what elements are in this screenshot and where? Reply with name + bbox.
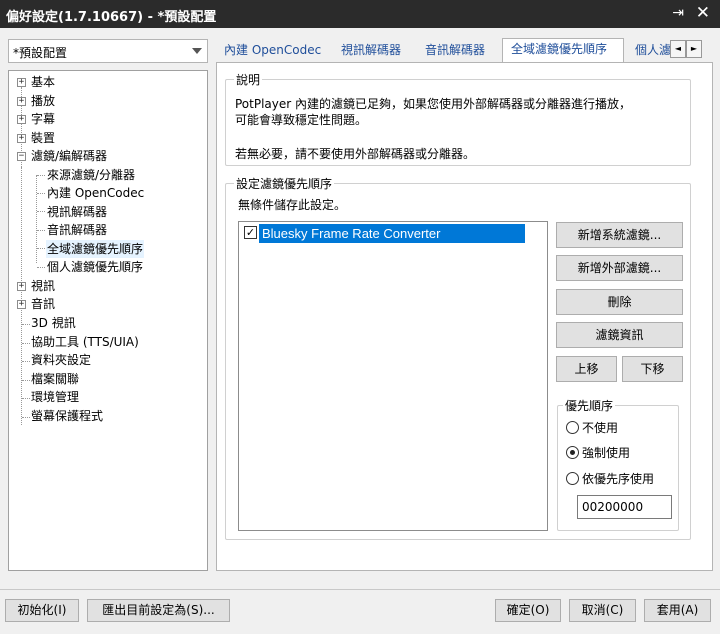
tree-item-basic[interactable]: + 基本 xyxy=(17,73,55,91)
expand-icon[interactable]: + xyxy=(17,115,26,124)
tree-item-label: 基本 xyxy=(31,75,56,89)
profile-dropdown[interactable]: *預設配置 xyxy=(8,39,208,63)
ok-button[interactable]: 確定(O) xyxy=(495,599,561,622)
priority-option-force[interactable]: 強制使用 xyxy=(566,444,630,462)
tree-item-label: 視訊 xyxy=(31,279,56,293)
tree-item-label: 環境管理 xyxy=(31,390,80,404)
expand-icon[interactable]: + xyxy=(17,300,26,309)
tree-item-label: 音訊解碼器 xyxy=(47,223,108,237)
tree-item-label: 全域濾鏡優先順序 xyxy=(47,242,144,256)
tree-item-audio-decoder[interactable]: 音訊解碼器 xyxy=(47,221,107,239)
priority-label: 優先順序 xyxy=(563,397,616,414)
unconditional-save-text: 無條件儲存此設定。 xyxy=(238,198,347,212)
tab-global-filter-priority[interactable]: 全域濾鏡優先順序 xyxy=(502,38,624,62)
tree-item-label: 3D 視訊 xyxy=(31,316,76,330)
add-external-filter-button[interactable]: 新增外部濾鏡... xyxy=(556,255,683,281)
footer-divider xyxy=(0,589,720,590)
tree-item-label: 協助工具 (TTS/UIA) xyxy=(31,335,139,349)
delete-button[interactable]: 刪除 xyxy=(556,289,683,315)
description-label: 說明 xyxy=(234,71,263,88)
tree-item-global-filter-priority[interactable]: 全域濾鏡優先順序 xyxy=(46,240,145,258)
filter-list[interactable]: ✓ Bluesky Frame Rate Converter xyxy=(238,221,548,531)
tree-item-label: 個人濾鏡優先順序 xyxy=(47,260,144,274)
tree-item-file-association[interactable]: 檔案關聯 xyxy=(31,370,79,388)
list-item[interactable]: Bluesky Frame Rate Converter xyxy=(259,224,525,243)
tree-item-3d-video[interactable]: 3D 視訊 xyxy=(31,314,76,332)
tab-scroll-right-icon[interactable]: ► xyxy=(686,40,702,58)
radio-label: 不使用 xyxy=(582,421,619,435)
move-up-button[interactable]: 上移 xyxy=(556,356,617,382)
settings-tree: + 基本 + 播放 + 字幕 + 裝置 − 濾鏡/編解碼器 來源濾鏡/分離器 內… xyxy=(8,70,208,571)
radio-icon[interactable] xyxy=(566,421,579,434)
tree-item-devices[interactable]: + 裝置 xyxy=(17,129,55,147)
window-title: 偏好設定(1.7.10667) - *預設配置 xyxy=(6,10,217,25)
profile-dropdown-value: *預設配置 xyxy=(13,46,68,60)
tree-item-personal-filter-priority[interactable]: 個人濾鏡優先順序 xyxy=(47,258,143,276)
tree-item-label: 字幕 xyxy=(31,112,56,126)
radio-selected-icon[interactable] xyxy=(566,446,579,459)
filter-checkbox[interactable]: ✓ xyxy=(244,226,257,239)
priority-option-none[interactable]: 不使用 xyxy=(566,419,618,437)
tab-video-decoder[interactable]: 視訊解碼器 xyxy=(341,40,401,62)
radio-label: 依優先序使用 xyxy=(582,472,655,486)
tree-item-environment[interactable]: 環境管理 xyxy=(31,388,79,406)
tree-item-label: 內建 OpenCodec xyxy=(47,186,145,200)
cancel-button[interactable]: 取消(C) xyxy=(569,599,636,622)
tree-item-folder-settings[interactable]: 資料夾設定 xyxy=(31,351,91,369)
expand-icon[interactable]: + xyxy=(17,78,26,87)
tree-item-builtin-opencodec[interactable]: 內建 OpenCodec xyxy=(47,184,144,202)
reset-button[interactable]: 初始化(I) xyxy=(5,599,79,622)
tree-item-source-filter[interactable]: 來源濾鏡/分離器 xyxy=(47,166,135,184)
tab-personal-filter-priority[interactable]: 個人濾 xyxy=(635,40,671,62)
chevron-down-icon xyxy=(192,48,202,54)
description-warning: 若無必要，請不要使用外部解碼器或分離器。 xyxy=(235,147,476,161)
description-text: PotPlayer 內建的濾鏡已足夠，如果您使用外部解碼器或分離器進行播放， xyxy=(235,97,632,111)
tab-strip: 內建 OpenCodec 視訊解碼器 音訊解碼器 全域濾鏡優先順序 個人濾 xyxy=(216,38,713,62)
tree-item-label: 音訊 xyxy=(31,297,56,311)
tree-item-label: 視訊解碼器 xyxy=(47,205,108,219)
collapse-icon[interactable]: − xyxy=(17,152,26,161)
export-settings-button[interactable]: 匯出目前設定為(S)... xyxy=(87,599,230,622)
expand-icon[interactable]: + xyxy=(17,282,26,291)
filter-info-button[interactable]: 濾鏡資訊 xyxy=(556,322,683,348)
tree-item-video-decoder[interactable]: 視訊解碼器 xyxy=(47,203,107,221)
expand-icon[interactable]: + xyxy=(17,97,26,106)
tab-audio-decoder[interactable]: 音訊解碼器 xyxy=(425,40,485,62)
tree-item-video[interactable]: + 視訊 xyxy=(17,277,55,295)
pin-icon[interactable]: ⇥ xyxy=(672,5,684,21)
tree-item-screensaver[interactable]: 螢幕保護程式 xyxy=(31,407,103,425)
title-bar: 偏好設定(1.7.10667) - *預設配置 ⇥ ✕ xyxy=(0,0,720,28)
tab-scroll-left-icon[interactable]: ◄ xyxy=(670,40,686,58)
move-down-button[interactable]: 下移 xyxy=(622,356,683,382)
tree-item-label: 檔案關聯 xyxy=(31,372,80,386)
radio-icon[interactable] xyxy=(566,472,579,485)
description-text: 可能會導致穩定性問題。 xyxy=(235,113,368,127)
apply-button[interactable]: 套用(A) xyxy=(644,599,711,622)
tree-item-label: 資料夾設定 xyxy=(31,353,92,367)
tree-item-label: 裝置 xyxy=(31,131,56,145)
tree-item-label: 濾鏡/編解碼器 xyxy=(31,149,108,163)
close-icon[interactable]: ✕ xyxy=(696,3,710,23)
radio-label: 強制使用 xyxy=(582,446,631,460)
add-system-filter-button[interactable]: 新增系統濾鏡... xyxy=(556,222,683,248)
priority-value-input[interactable]: 00200000 xyxy=(577,495,672,519)
priority-option-by-priority[interactable]: 依優先序使用 xyxy=(566,470,654,488)
tab-builtin-opencodec[interactable]: 內建 OpenCodec xyxy=(224,40,321,62)
tree-item-label: 來源濾鏡/分離器 xyxy=(47,168,136,182)
tree-item-label: 播放 xyxy=(31,94,56,108)
expand-icon[interactable]: + xyxy=(17,134,26,143)
tree-item-filters-codecs[interactable]: − 濾鏡/編解碼器 xyxy=(17,147,107,165)
tree-item-playback[interactable]: + 播放 xyxy=(17,92,55,110)
tree-item-audio[interactable]: + 音訊 xyxy=(17,295,55,313)
tree-item-label: 螢幕保護程式 xyxy=(31,409,104,423)
priority-settings-label: 設定濾鏡優先順序 xyxy=(234,175,335,192)
tree-item-subtitles[interactable]: + 字幕 xyxy=(17,110,55,128)
tree-item-accessibility[interactable]: 協助工具 (TTS/UIA) xyxy=(31,333,139,351)
